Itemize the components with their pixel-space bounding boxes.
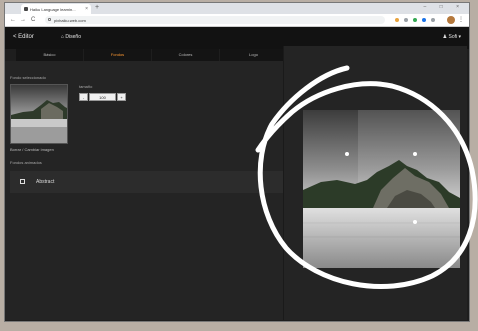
tab-logo[interactable]: Logo [220,49,287,61]
new-tab-button[interactable]: + [95,4,99,11]
landscape-preview-image [303,110,460,268]
drag-handle[interactable] [413,152,417,156]
lock-icon [48,18,51,21]
drag-handle[interactable] [413,220,417,224]
tab-backgrounds[interactable]: Fondos [84,49,151,61]
tab-basic[interactable]: Básico [16,49,83,61]
back-to-editor-link[interactable]: < Editor [13,34,34,40]
browser-tab-title: Haiku Language learnin... [30,7,76,12]
animated-backgrounds-label: Fondos animados [10,160,42,165]
reload-icon[interactable]: C [31,17,35,23]
design-view-button[interactable]: ⌂ Diseño [61,34,81,40]
back-arrow-icon[interactable]: ← [10,17,16,23]
extension-icon[interactable] [413,18,417,22]
size-decrease-button[interactable]: - [79,93,88,101]
url-text: pixhaiku.web.com [54,18,86,23]
extension-icon[interactable] [431,18,435,22]
profile-avatar[interactable] [447,16,455,24]
forward-arrow-icon[interactable]: → [20,17,26,23]
browser-tab[interactable]: Haiku Language learnin... × [21,4,91,14]
size-label: tamaño [79,84,93,89]
favicon-icon [24,7,28,11]
landscape-image [11,85,67,143]
size-input[interactable]: 100 [89,93,116,101]
browser-menu-icon[interactable]: ⋮ [458,16,464,23]
abstract-effect-option[interactable]: Abstract [10,171,283,193]
url-field[interactable]: pixhaiku.web.com [45,16,385,24]
size-increase-button[interactable]: + [117,93,126,101]
address-bar-row: ← → C pixhaiku.web.com ⋮ [5,14,469,27]
abstract-option-label: Abstract [36,179,55,185]
user-menu[interactable]: ♟ Sofi ▾ [443,34,461,40]
change-image-link[interactable]: Borrar / Cambiar imagen [10,147,54,152]
tab-strip: Haiku Language learnin... × + – □ × [5,3,469,14]
abstract-icon [20,179,25,184]
selected-background-label: Fondo seleccionado [10,75,46,80]
extension-icon[interactable] [404,18,408,22]
close-tab-icon[interactable]: × [85,6,88,12]
background-preview[interactable] [303,110,460,268]
tab-colors[interactable]: Colores [152,49,219,61]
extension-icon[interactable] [395,18,399,22]
drag-handle[interactable] [345,152,349,156]
background-thumbnail[interactable] [10,84,68,144]
window-controls[interactable]: – □ × [424,4,466,10]
settings-tabs: Básico Fondos Colores Logo [4,49,287,61]
extension-icon[interactable] [422,18,426,22]
